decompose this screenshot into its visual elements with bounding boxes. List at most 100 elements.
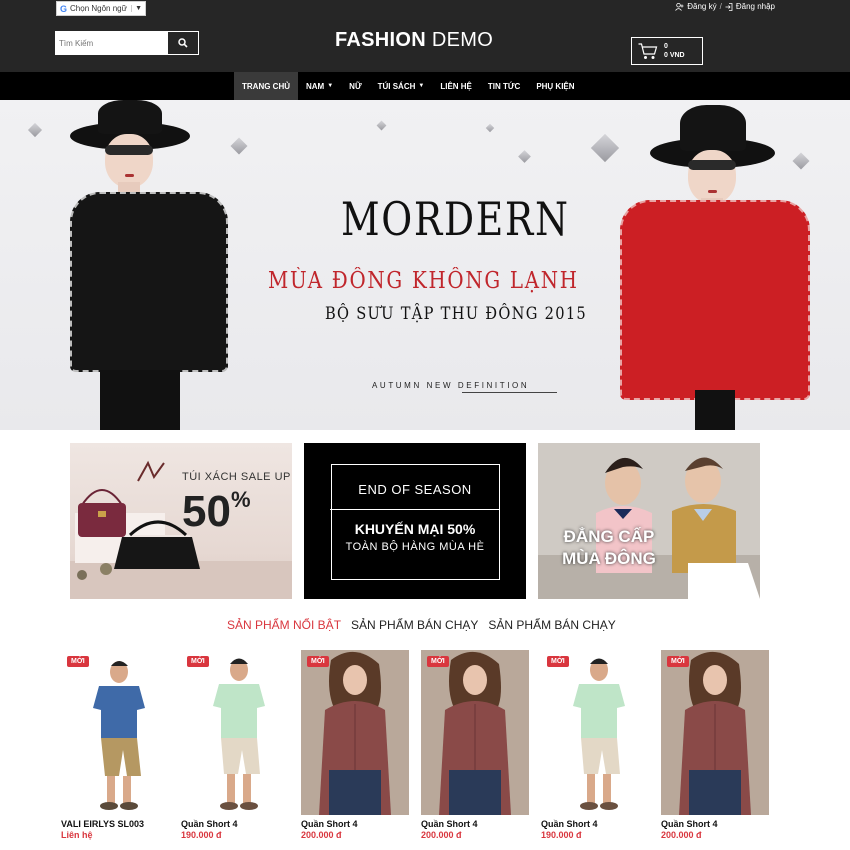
product-price: 200.000 đ	[421, 830, 462, 840]
product-price: 190.000 đ	[181, 830, 222, 840]
product-card[interactable]: MỚI Quần Short 4 190.000 đ	[181, 650, 289, 840]
nav-item-label: TIN TỨC	[487, 81, 521, 91]
new-badge: MỚI	[547, 656, 569, 667]
tab-featured-products[interactable]: SẢN PHẨM NỔI BẬT	[227, 618, 341, 632]
hero-title: MORDERN	[341, 192, 570, 246]
cart-icon	[638, 42, 658, 59]
language-select[interactable]: G Chọn Ngôn ngữ ▼	[56, 1, 146, 16]
register-link[interactable]: Đăng ký	[687, 2, 716, 11]
new-badge: MỚI	[427, 656, 449, 667]
search-box	[55, 31, 199, 55]
product-price: 200.000 đ	[661, 830, 702, 840]
new-badge: MỚI	[67, 656, 89, 667]
hero-tagline-underline	[462, 392, 557, 393]
banner-divider	[330, 509, 500, 510]
nav-item-news[interactable]: TIN TỨC	[480, 72, 528, 100]
tab-best-sellers[interactable]: SẢN PHẨM BÁN CHẠY	[351, 618, 478, 632]
nav-item-accessories[interactable]: PHỤ KIỆN	[528, 72, 582, 100]
product-card[interactable]: MỚI Quần Short 4 190.000 đ	[541, 650, 649, 840]
search-button[interactable]	[168, 32, 198, 54]
nav-item-women[interactable]: NỮ	[341, 72, 369, 100]
product-grid: MỚI VALI EIRLYS SL003 Liên hệ MỚI Quần S…	[61, 650, 769, 840]
promo-banner-end-of-season[interactable]: END OF SEASON KHUYẾN MẠI 50% TOÀN BỘ HÀN…	[304, 443, 526, 599]
product-price: 200.000 đ	[301, 830, 342, 840]
product-image[interactable]: MỚI	[61, 650, 169, 815]
banner-bags-discount-sign: %	[230, 487, 251, 512]
new-badge: MỚI	[667, 656, 689, 667]
nav-item-men[interactable]: NAM ▼	[298, 72, 341, 100]
product-price: 190.000 đ	[541, 830, 582, 840]
men-models-image	[538, 443, 760, 599]
product-name[interactable]: Quần Short 4	[181, 819, 289, 829]
banner-season-title: END OF SEASON	[358, 482, 472, 497]
product-name[interactable]: Quần Short 4	[541, 819, 649, 829]
cart-button[interactable]: 0 0 VND	[631, 37, 703, 65]
product-image[interactable]: MỚI	[181, 650, 289, 815]
product-card[interactable]: MỚI Quần Short 4 200.000 đ	[421, 650, 529, 840]
product-card[interactable]: MỚI Quần Short 4 200.000 đ	[661, 650, 769, 840]
female-model-brown-shirt-image	[679, 651, 751, 815]
language-select-label: Chọn Ngôn ngữ	[70, 4, 127, 13]
female-model-brown-shirt-image	[319, 651, 391, 815]
product-price: Liên hệ	[61, 830, 93, 840]
login-icon	[725, 2, 733, 11]
banner-winter-caption: ĐẲNG CẤP MÙA ĐÔNG	[548, 526, 670, 570]
hero-caption: MORDERN MÙA ĐÔNG KHÔNG LẠNH BỘ SƯU TẬP T…	[0, 100, 850, 430]
banner-bags-discount-value: 50	[182, 487, 231, 536]
product-image[interactable]: MỚI	[421, 650, 529, 815]
cart-count: 0	[664, 43, 668, 50]
tab-best-sellers-2[interactable]: SẢN PHẨM BÁN CHẠY	[488, 618, 615, 632]
nav-item-label: PHỤ KIỆN	[536, 81, 575, 91]
product-image[interactable]: MỚI	[661, 650, 769, 815]
chevron-down-icon: ▼	[327, 83, 334, 89]
product-image[interactable]: MỚI	[541, 650, 649, 815]
chevron-down-icon: ▼	[131, 5, 142, 12]
handbags-image	[70, 460, 292, 599]
female-model-brown-shirt-image	[439, 651, 511, 815]
product-name[interactable]: Quần Short 4	[661, 819, 769, 829]
product-card[interactable]: MỚI VALI EIRLYS SL003 Liên hệ	[61, 650, 169, 840]
male-model-mint-shirt-image	[573, 658, 625, 810]
site-logo[interactable]: FASHION DEMO	[335, 29, 493, 52]
nav-item-label: LIÊN HỆ	[440, 81, 472, 91]
account-links: Đăng ký / Đăng nhập	[675, 2, 775, 11]
chevron-down-icon: ▼	[418, 83, 425, 89]
nav-item-label: NAM	[306, 81, 325, 91]
account-separator: /	[719, 2, 722, 11]
product-image[interactable]: MỚI	[301, 650, 409, 815]
promo-banner-winter-men[interactable]: ĐẲNG CẤP MÙA ĐÔNG	[538, 443, 760, 599]
nav-item-contact[interactable]: LIÊN HỆ	[432, 72, 480, 100]
male-model-blue-shirt-image	[93, 661, 145, 810]
male-model-mint-shirt-image	[213, 658, 265, 810]
nav-item-bags[interactable]: TÚI SÁCH ▼	[370, 72, 433, 100]
hero-subtitle-2: BỘ SƯU TẬP THU ĐÔNG 2015	[325, 304, 588, 324]
nav-item-label: NỮ	[349, 81, 362, 91]
product-name[interactable]: Quần Short 4	[301, 819, 409, 829]
add-user-icon	[675, 2, 684, 11]
banner-season-subtitle: TOÀN BỘ HÀNG MÙA HÈ	[345, 541, 485, 553]
banner-bags-discount: 50%	[182, 487, 251, 537]
product-tabs: SẢN PHẨM NỔI BẬT SẢN PHẨM BÁN CHẠY SẢN P…	[227, 618, 616, 632]
product-name[interactable]: VALI EIRLYS SL003	[61, 819, 169, 829]
nav-item-home[interactable]: TRANG CHỦ	[234, 72, 298, 100]
hero-subtitle-1: MÙA ĐÔNG KHÔNG LẠNH	[268, 268, 579, 294]
login-link[interactable]: Đăng nhập	[736, 2, 775, 11]
cart-summary: 0 0 VND	[664, 42, 685, 60]
top-bar: G Chọn Ngôn ngữ ▼ Đăng ký / Đăng nhập	[0, 0, 850, 18]
product-card[interactable]: MỚI Quần Short 4 200.000 đ	[301, 650, 409, 840]
search-input[interactable]	[56, 32, 168, 54]
google-icon: G	[60, 3, 68, 14]
header: FASHION DEMO 0 0 VND	[0, 18, 850, 72]
product-name[interactable]: Quần Short 4	[421, 819, 529, 829]
banner-bags-caption: TÚI XÁCH SALE UP	[182, 471, 291, 483]
nav-item-label: TÚI SÁCH	[377, 81, 416, 91]
new-badge: MỚI	[307, 656, 329, 667]
nav-item-label: TRANG CHỦ	[242, 81, 290, 91]
cart-total: 0 VND	[664, 52, 685, 59]
main-nav: TRANG CHỦ NAM ▼ NỮ TÚI SÁCH ▼ LIÊN HỆ TIN …	[0, 72, 850, 100]
banner-season-discount: KHUYẾN MẠI 50%	[354, 521, 476, 537]
hero-tagline: AUTUMN NEW DEFINITION	[372, 381, 530, 390]
banner-winter-line-1: ĐẲNG CẤP	[563, 527, 655, 546]
hero-slider[interactable]: MORDERN MÙA ĐÔNG KHÔNG LẠNH BỘ SƯU TẬP T…	[0, 100, 850, 430]
promo-banner-bags[interactable]: TÚI XÁCH SALE UP 50%	[70, 443, 292, 599]
